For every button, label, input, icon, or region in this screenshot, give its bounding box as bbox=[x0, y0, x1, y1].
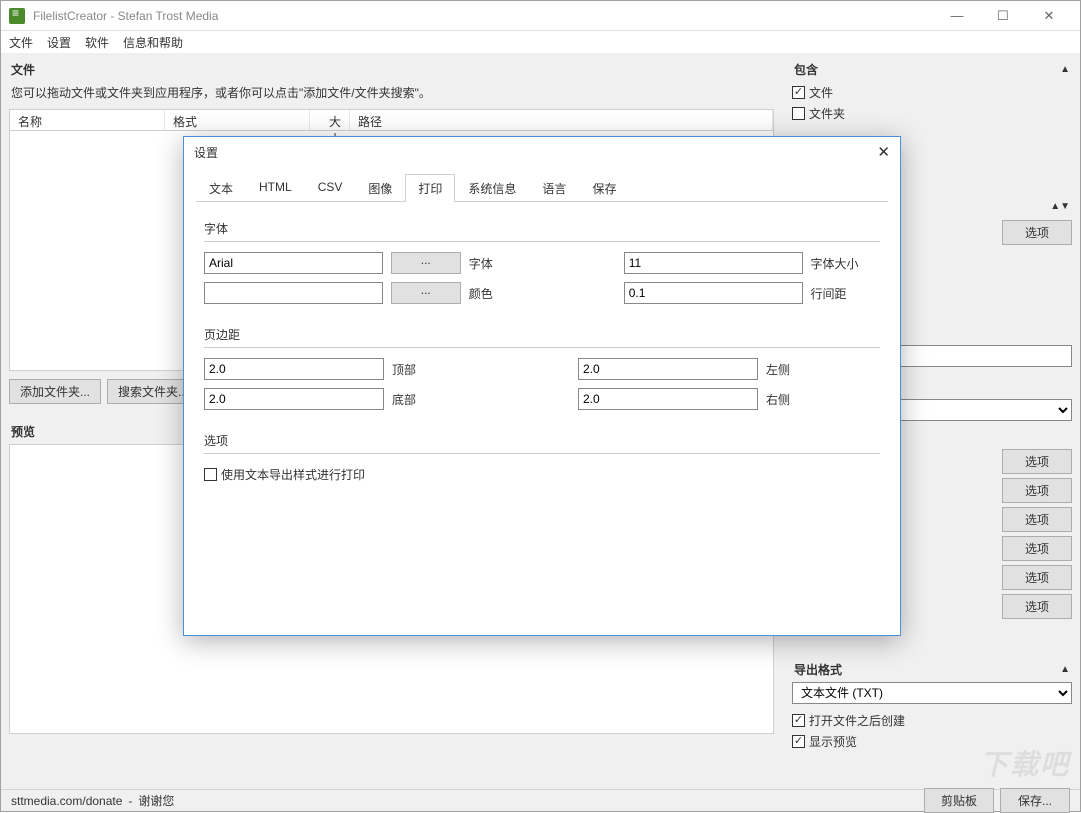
include-panel-header[interactable]: 包含 ▲ bbox=[792, 57, 1072, 82]
font-section: 字体 ... 字体 字体大小 ... 颜色 行间距 bbox=[204, 216, 880, 304]
options-section: 选项 使用文本导出样式进行打印 bbox=[204, 428, 880, 485]
tab-html[interactable]: HTML bbox=[246, 174, 305, 202]
files-panel-header[interactable]: 文件 bbox=[9, 57, 774, 82]
window-title: FilelistCreator - Stefan Trost Media bbox=[33, 9, 218, 23]
files-table-header: 名称 格式 大小 路径 bbox=[9, 109, 774, 131]
margin-top-input[interactable] bbox=[204, 358, 384, 380]
tab-image[interactable]: 图像 bbox=[355, 174, 405, 202]
option-button-6[interactable]: 选项 bbox=[1002, 565, 1072, 590]
menu-software[interactable]: 软件 bbox=[85, 34, 109, 51]
include-panel: 包含 ▲ ✓ 文件 文件夹 bbox=[792, 57, 1072, 124]
option-button-5[interactable]: 选项 bbox=[1002, 536, 1072, 561]
tab-text[interactable]: 文本 bbox=[196, 174, 246, 202]
menu-file[interactable]: 文件 bbox=[9, 34, 33, 51]
export-title: 导出格式 bbox=[794, 661, 842, 678]
checkbox-icon: ✓ bbox=[792, 735, 805, 748]
margin-bottom-input[interactable] bbox=[204, 388, 384, 410]
dialog-body: 字体 ... 字体 字体大小 ... 颜色 行间距 页边距 bbox=[184, 202, 900, 517]
menubar: 文件 设置 软件 信息和帮助 bbox=[1, 31, 1080, 53]
font-color-input[interactable] bbox=[204, 282, 383, 304]
option-button-4[interactable]: 选项 bbox=[1002, 507, 1072, 532]
option-button-3[interactable]: 选项 bbox=[1002, 478, 1072, 503]
open-after-create-checkbox[interactable]: ✓ 打开文件之后创建 bbox=[792, 710, 1072, 731]
tab-language[interactable]: 语言 bbox=[529, 174, 579, 202]
margin-right-input[interactable] bbox=[578, 388, 758, 410]
include-files-checkbox[interactable]: ✓ 文件 bbox=[792, 82, 1072, 103]
menu-info[interactable]: 信息和帮助 bbox=[123, 34, 183, 51]
collapse-icon: ▲ bbox=[1060, 64, 1070, 75]
save-button[interactable]: 保存... bbox=[1000, 788, 1070, 813]
line-spacing-input[interactable] bbox=[624, 282, 803, 304]
col-path[interactable]: 路径 bbox=[350, 110, 773, 130]
maximize-button[interactable]: ☐ bbox=[980, 1, 1026, 31]
margin-left-input[interactable] bbox=[578, 358, 758, 380]
app-icon bbox=[9, 8, 25, 24]
option-button-2[interactable]: 选项 bbox=[1002, 449, 1072, 474]
line-spacing-label: 行间距 bbox=[811, 285, 880, 302]
margin-top-label: 顶部 bbox=[392, 361, 492, 378]
col-format[interactable]: 格式 bbox=[165, 110, 310, 130]
font-section-header: 字体 bbox=[204, 216, 880, 242]
col-size[interactable]: 大小 bbox=[310, 110, 350, 130]
watermark: 下载吧 bbox=[980, 743, 1070, 783]
export-panel-header[interactable]: 导出格式 ▲ bbox=[792, 657, 1072, 682]
option-button-7[interactable]: 选项 bbox=[1002, 594, 1072, 619]
statusbar: sttmedia.com/donate - 谢谢您 剪贴板 保存... bbox=[1, 789, 1080, 811]
margin-section-header: 页边距 bbox=[204, 322, 880, 348]
settings-dialog: 设置 ✕ 文本 HTML CSV 图像 打印 系统信息 语言 保存 字体 ...… bbox=[183, 136, 901, 636]
checkbox-icon bbox=[792, 107, 805, 120]
titlebar: FilelistCreator - Stefan Trost Media — ☐… bbox=[1, 1, 1080, 31]
color-picker-button[interactable]: ... bbox=[391, 282, 461, 304]
font-label: 字体 bbox=[469, 255, 538, 272]
include-folders-checkbox[interactable]: 文件夹 bbox=[792, 103, 1072, 124]
margin-bottom-label: 底部 bbox=[392, 391, 492, 408]
checkbox-icon: ✓ bbox=[792, 86, 805, 99]
collapse-icon: ▲ bbox=[1060, 664, 1070, 675]
include-panel-title: 包含 bbox=[794, 61, 818, 78]
col-name[interactable]: 名称 bbox=[10, 110, 165, 130]
font-picker-button[interactable]: ... bbox=[391, 252, 461, 274]
export-format-panel: 导出格式 ▲ 文本文件 (TXT) ✓ 打开文件之后创建 ✓ 显示预览 bbox=[792, 657, 1072, 752]
use-text-style-checkbox[interactable]: 使用文本导出样式进行打印 bbox=[204, 464, 880, 485]
dialog-titlebar: 设置 ✕ bbox=[184, 137, 900, 167]
files-help-text: 您可以拖动文件或文件夹到应用程序，或者你可以点击"添加文件/文件夹搜索"。 bbox=[9, 82, 774, 109]
dialog-close-button[interactable]: ✕ bbox=[877, 143, 890, 161]
font-name-input[interactable] bbox=[204, 252, 383, 274]
clipboard-button[interactable]: 剪贴板 bbox=[924, 788, 994, 813]
tab-csv[interactable]: CSV bbox=[305, 174, 356, 202]
close-button[interactable]: ✕ bbox=[1026, 1, 1072, 31]
menu-settings[interactable]: 设置 bbox=[47, 34, 71, 51]
thanks-text: 谢谢您 bbox=[138, 792, 174, 809]
color-label: 颜色 bbox=[469, 285, 538, 302]
tab-save[interactable]: 保存 bbox=[579, 174, 629, 202]
checkbox-icon: ✓ bbox=[792, 714, 805, 727]
add-folder-button[interactable]: 添加文件夹... bbox=[9, 379, 101, 404]
margin-left-label: 左侧 bbox=[766, 361, 836, 378]
donate-link[interactable]: sttmedia.com/donate bbox=[11, 794, 122, 808]
tab-system[interactable]: 系统信息 bbox=[455, 174, 529, 202]
minimize-button[interactable]: — bbox=[934, 1, 980, 31]
export-format-select[interactable]: 文本文件 (TXT) bbox=[792, 682, 1072, 704]
font-size-label: 字体大小 bbox=[811, 255, 880, 272]
tab-print[interactable]: 打印 bbox=[405, 174, 455, 202]
window-controls: — ☐ ✕ bbox=[934, 1, 1072, 31]
dialog-title: 设置 bbox=[194, 144, 218, 161]
collapse-icon: ▲▼ bbox=[1050, 201, 1070, 212]
files-panel-title: 文件 bbox=[11, 61, 35, 78]
dialog-tabs: 文本 HTML CSV 图像 打印 系统信息 语言 保存 bbox=[196, 173, 888, 202]
checkbox-icon bbox=[204, 468, 217, 481]
preview-title: 预览 bbox=[11, 423, 35, 440]
font-size-input[interactable] bbox=[624, 252, 803, 274]
margin-section: 页边距 顶部 左侧 底部 右侧 bbox=[204, 322, 880, 410]
margin-right-label: 右侧 bbox=[766, 391, 836, 408]
option-button-1[interactable]: 选项 bbox=[1002, 220, 1072, 245]
options-section-header: 选项 bbox=[204, 428, 880, 454]
